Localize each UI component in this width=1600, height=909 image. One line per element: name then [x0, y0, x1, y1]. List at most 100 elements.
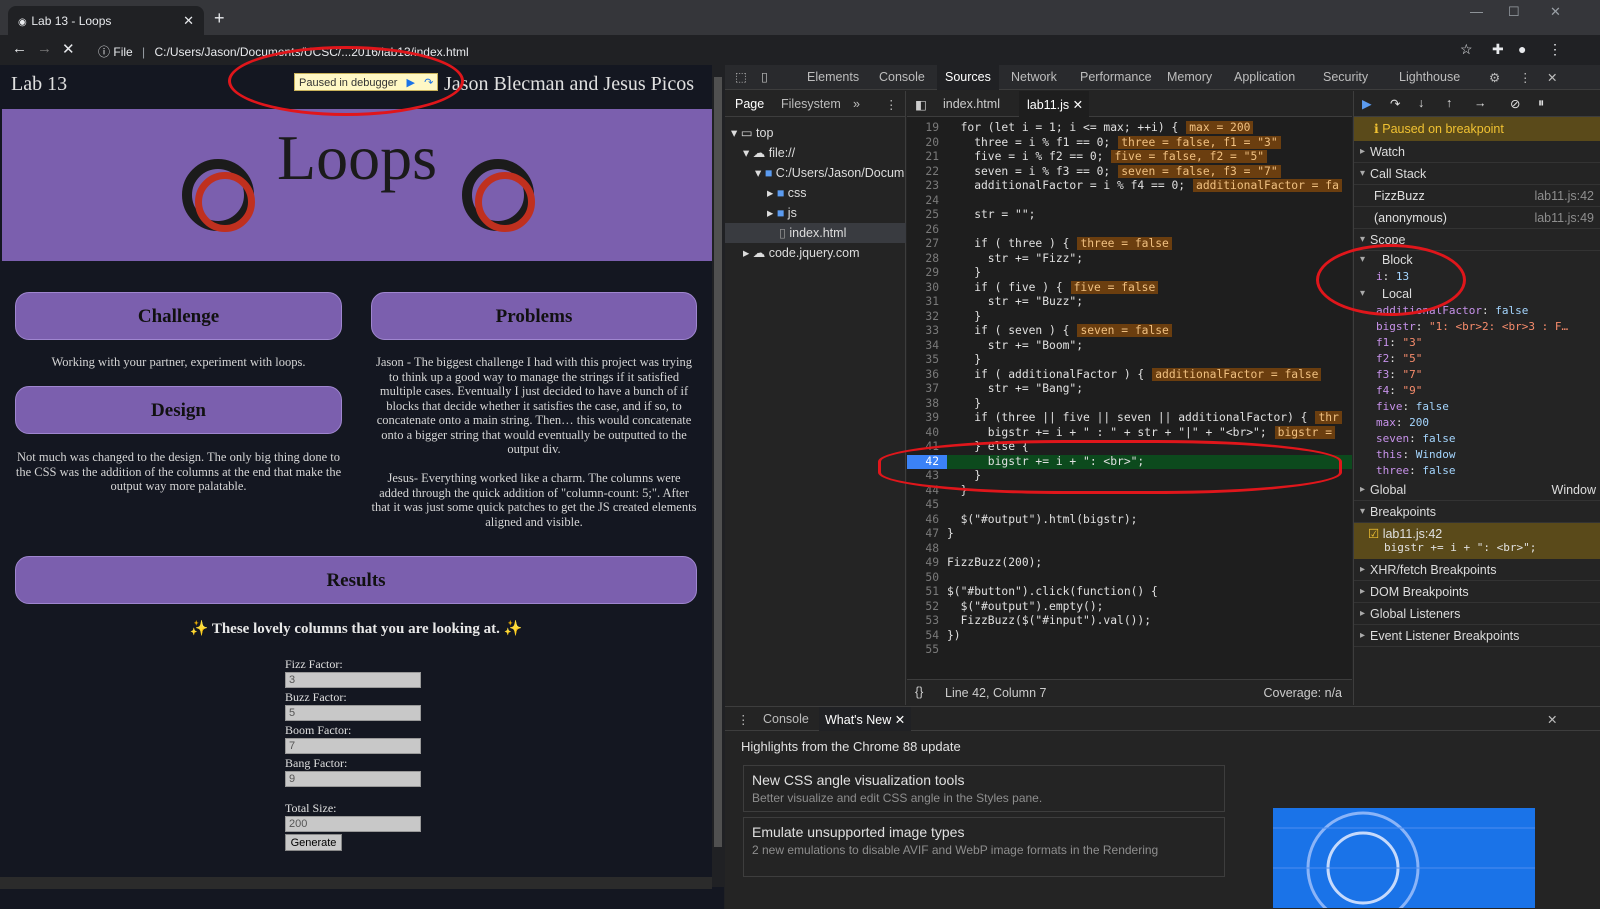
code-line[interactable]: 43 } [907, 469, 1352, 484]
code-line[interactable]: 36 if ( additionalFactor ) {additionalFa… [907, 367, 1352, 383]
line-number[interactable]: 42 [907, 454, 947, 469]
line-number[interactable]: 48 [907, 542, 947, 557]
settings-gear-icon[interactable]: ⚙ [1489, 70, 1500, 85]
scope-variable[interactable]: seven: false [1354, 431, 1600, 447]
step-out-icon[interactable]: ↑ [1446, 96, 1452, 110]
address-input[interactable]: ⓘ File | C:/Users/Jason/Documents/UCSC/.… [90, 38, 1490, 62]
code-line[interactable]: 44 } [907, 484, 1352, 499]
line-number[interactable]: 38 [907, 397, 947, 412]
line-number[interactable]: 53 [907, 614, 947, 629]
navigator-tab-page[interactable]: Page [735, 97, 764, 111]
scope-variable[interactable]: three: false [1354, 463, 1600, 479]
code-line[interactable]: 30 if ( five ) {five = false [907, 280, 1352, 296]
stop-loading-icon[interactable]: ✕ [62, 40, 75, 58]
code-line[interactable]: 52 $("#output").empty(); [907, 600, 1352, 615]
code-line[interactable]: 39 if (three || five || seven || additio… [907, 411, 1352, 426]
block-scope[interactable]: Block [1354, 251, 1600, 269]
scope-variable[interactable]: f4: "9" [1354, 383, 1600, 399]
line-number[interactable]: 44 [907, 484, 947, 499]
code-line[interactable]: 49 FizzBuzz(200); [907, 556, 1352, 571]
line-number[interactable]: 26 [907, 223, 947, 238]
code-line[interactable]: 42 bigstr += i + ": <br>"; [907, 454, 1352, 469]
line-number[interactable]: 36 [907, 368, 947, 383]
navigator-menu-icon[interactable]: ⋮ [885, 97, 898, 112]
scope-variable[interactable]: this: Window [1354, 447, 1600, 463]
step-icon[interactable]: → [1474, 96, 1487, 110]
line-number[interactable]: 45 [907, 498, 947, 513]
code-line[interactable]: 35 } [907, 353, 1352, 368]
close-editor-tab-icon[interactable]: ✕ [1073, 98, 1083, 112]
local-scope[interactable]: Local [1354, 285, 1600, 303]
device-toolbar-icon[interactable]: ▯ [761, 69, 768, 84]
line-number[interactable]: 32 [907, 310, 947, 325]
size-input[interactable] [285, 816, 421, 832]
line-number[interactable]: 29 [907, 266, 947, 281]
buzz-input[interactable] [285, 705, 421, 721]
editor-tab-lab11[interactable]: lab11.js ✕ [1019, 91, 1090, 117]
code-line[interactable]: 34 str += "Boom"; [907, 339, 1352, 354]
line-number[interactable]: 25 [907, 208, 947, 223]
breakpoint-item[interactable]: ☑ lab11.js:42 bigstr += i + ": <br>"; [1354, 523, 1600, 559]
line-number[interactable]: 43 [907, 469, 947, 484]
toggle-navigator-icon[interactable]: ◧ [915, 97, 927, 112]
code-line[interactable]: 41 } else { [907, 440, 1352, 455]
scope-variable[interactable]: additionalFactor: false [1354, 303, 1600, 319]
code-line[interactable]: 50 [907, 571, 1352, 586]
event-listener-breakpoints-section[interactable]: Event Listener Breakpoints [1354, 625, 1600, 647]
page-horizontal-scrollbar[interactable] [0, 877, 712, 889]
code-line[interactable]: 33 if ( seven ) {seven = false [907, 324, 1352, 339]
code-line[interactable]: 31 str += "Buzz"; [907, 295, 1352, 310]
tree-item-css[interactable]: ▸ ■ css [725, 183, 906, 203]
new-tab-button[interactable]: + [214, 8, 225, 29]
code-line[interactable]: 28 str += "Fizz"; [907, 252, 1352, 267]
tab-application[interactable]: Application [1234, 70, 1295, 84]
browser-menu-icon[interactable]: ⋮ [1548, 41, 1562, 58]
devtools-menu-icon[interactable]: ⋮ [1519, 70, 1532, 85]
drawer-menu-icon[interactable]: ⋮ [737, 712, 750, 727]
line-number[interactable]: 46 [907, 513, 947, 528]
generate-button[interactable]: Generate [285, 834, 342, 851]
code-line[interactable]: 53 FizzBuzz($("#input").val()); [907, 614, 1352, 629]
xhr-breakpoints-section[interactable]: XHR/fetch Breakpoints [1354, 559, 1600, 581]
line-number[interactable]: 21 [907, 150, 947, 165]
line-number[interactable]: 20 [907, 136, 947, 151]
tree-item-folder[interactable]: ▾ ■ C:/Users/Jason/Docum [725, 163, 906, 183]
line-number[interactable]: 34 [907, 339, 947, 354]
news-item[interactable]: New CSS angle visualization tools Better… [743, 765, 1225, 812]
call-frame[interactable]: (anonymous) lab11.js:49 [1354, 207, 1600, 229]
close-devtools-icon[interactable]: ✕ [1547, 70, 1557, 85]
tab-performance[interactable]: Performance [1080, 70, 1152, 84]
code-line[interactable]: 26 [907, 223, 1352, 238]
close-window-icon[interactable]: ✕ [1550, 4, 1561, 20]
line-number[interactable]: 50 [907, 571, 947, 586]
close-drawer-tab-icon[interactable]: ✕ [895, 713, 905, 727]
line-number[interactable]: 27 [907, 237, 947, 252]
tab-lighthouse[interactable]: Lighthouse [1399, 70, 1460, 84]
news-item[interactable]: Emulate unsupported image types 2 new em… [743, 817, 1225, 877]
line-number[interactable]: 24 [907, 194, 947, 209]
info-icon[interactable]: ⓘ [98, 45, 110, 59]
code-line[interactable]: 25 str = ""; [907, 208, 1352, 223]
code-line[interactable]: 19 for (let i = 1; i <= max; ++i) {max =… [907, 121, 1352, 136]
line-number[interactable]: 47 [907, 527, 947, 542]
scope-variable[interactable]: five: false [1354, 399, 1600, 415]
deactivate-breakpoints-icon[interactable]: ⊘ [1510, 96, 1520, 111]
line-number[interactable]: 55 [907, 643, 947, 658]
editor-tab-index[interactable]: index.html [943, 97, 1000, 111]
code-line[interactable]: 47} [907, 527, 1352, 542]
code-line[interactable]: 22 seven = i % f3 == 0; seven = false, f3… [907, 164, 1352, 180]
line-number[interactable]: 30 [907, 281, 947, 296]
code-line[interactable]: 23 additionalFactor = i % f4 == 0; additi… [907, 179, 1352, 194]
resume-icon[interactable]: ▶ [1362, 96, 1372, 111]
tree-item-jquery[interactable]: ▸ ☁ code.jquery.com [725, 243, 906, 263]
scope-variable[interactable]: bigstr: "1: <br>2: <br>3 : F… [1354, 319, 1600, 335]
step-over-icon[interactable]: ↷ [1390, 96, 1400, 111]
tree-item-index[interactable]: ▯ index.html [725, 223, 906, 243]
minimize-icon[interactable]: — [1470, 4, 1483, 19]
boom-input[interactable] [285, 738, 421, 754]
browser-tab[interactable]: ◉ Lab 13 - Loops ✕ [8, 6, 204, 35]
line-number[interactable]: 22 [907, 165, 947, 180]
navigator-tab-filesystem[interactable]: Filesystem [781, 97, 841, 111]
resume-icon[interactable]: ▶ [407, 77, 415, 89]
fizz-input[interactable] [285, 672, 421, 688]
